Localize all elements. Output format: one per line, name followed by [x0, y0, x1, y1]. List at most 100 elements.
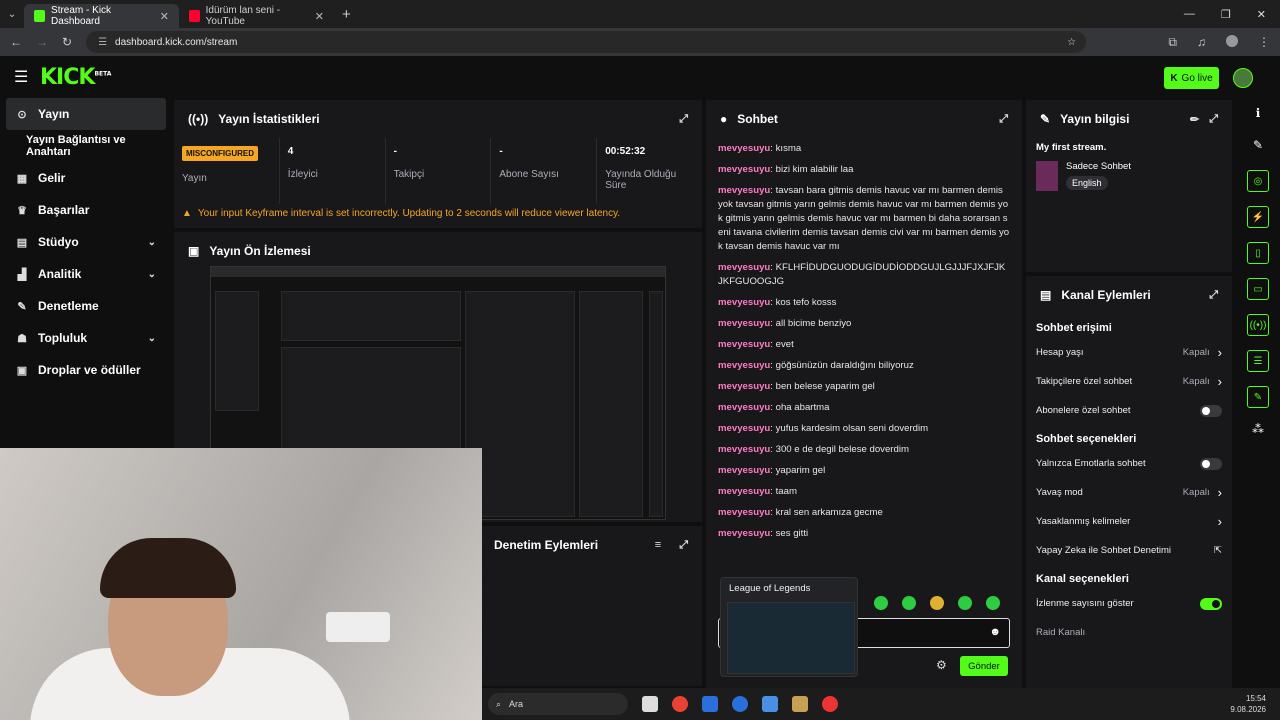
- emote-icon[interactable]: [986, 596, 1000, 610]
- chevron-right-icon[interactable]: ›: [1218, 514, 1222, 529]
- external-link-icon[interactable]: ⇱: [1214, 545, 1222, 556]
- back-icon[interactable]: ←: [10, 35, 22, 49]
- tab-kick-dashboard[interactable]: Stream - Kick Dashboard ✕: [24, 4, 179, 28]
- edit-icon[interactable]: ✏: [1190, 113, 1199, 126]
- tab-search-icon[interactable]: ⌄: [0, 9, 24, 20]
- channel-action-row[interactable]: Abonelere özel sohbet: [1026, 396, 1232, 425]
- sidebar-item-analitik[interactable]: ▟ Analitik ⌄: [0, 258, 172, 290]
- emote-icon[interactable]: [958, 596, 972, 610]
- chat-bubble-icon[interactable]: ▭: [1247, 278, 1269, 300]
- chat-settings-gear-icon[interactable]: ⚙: [936, 658, 947, 672]
- filter-icon[interactable]: ≡: [655, 539, 661, 551]
- info-icon[interactable]: ℹ: [1247, 106, 1269, 120]
- channel-action-row[interactable]: İzlenme sayısını göster: [1026, 589, 1232, 618]
- chat-username[interactable]: mevyesuyu: [718, 262, 770, 273]
- sidebar-item-denetleme[interactable]: ✎ Denetleme: [0, 290, 172, 322]
- chat-username[interactable]: mevyesuyu: [718, 486, 770, 497]
- chevron-right-icon[interactable]: ›: [1218, 485, 1222, 500]
- system-clock[interactable]: 15:54 9.08.2026: [1230, 693, 1274, 715]
- chevron-right-icon[interactable]: ›: [1218, 345, 1222, 360]
- minimize-icon[interactable]: —: [1184, 8, 1195, 21]
- profile-icon[interactable]: [1226, 34, 1238, 47]
- trash-icon[interactable]: ▯: [1247, 242, 1269, 264]
- settings-dots-icon[interactable]: ⁂: [1247, 422, 1269, 436]
- channel-action-row[interactable]: Yasaklanmış kelimeler ›: [1026, 507, 1232, 536]
- sidebar-item-topluluk[interactable]: ☗ Topluluk ⌄: [0, 322, 172, 354]
- popout-icon[interactable]: ⤢: [679, 539, 688, 552]
- close-tab-icon[interactable]: ✕: [315, 10, 324, 23]
- league-of-legends-icon[interactable]: [792, 696, 808, 712]
- chevron-right-icon[interactable]: ›: [1218, 374, 1222, 389]
- chat-username[interactable]: mevyesuyu: [718, 185, 770, 196]
- riot-client-icon[interactable]: [822, 696, 838, 712]
- channel-action-row[interactable]: Yapay Zeka ile Sohbet Denetimi ⇱: [1026, 536, 1232, 565]
- chat-username[interactable]: mevyesuyu: [718, 444, 770, 455]
- go-live-button[interactable]: K Go live: [1164, 67, 1219, 89]
- forward-icon[interactable]: →: [36, 35, 48, 49]
- close-window-icon[interactable]: ✕: [1257, 8, 1266, 21]
- chat-username[interactable]: mevyesuyu: [718, 164, 770, 175]
- game-launcher-icon[interactable]: [762, 696, 778, 712]
- hamburger-menu-icon[interactable]: ☰: [14, 67, 40, 87]
- chat-username[interactable]: mevyesuyu: [718, 318, 770, 329]
- new-tab-icon[interactable]: +: [342, 6, 351, 23]
- chat-username[interactable]: mevyesuyu: [718, 528, 770, 539]
- menu-icon[interactable]: ⋮: [1258, 35, 1270, 50]
- sidebar-item-studyo[interactable]: ▤ Stüdyo ⌄: [0, 226, 172, 258]
- chat-username[interactable]: mevyesuyu: [718, 507, 770, 518]
- url-field[interactable]: ☰ dashboard.kick.com/stream ☆: [86, 31, 1087, 53]
- media-icon[interactable]: ♫: [1197, 35, 1206, 50]
- lightning-icon[interactable]: ⚡: [1247, 206, 1269, 228]
- bookmark-star-icon[interactable]: ☆: [1067, 37, 1076, 48]
- chat-username[interactable]: mevyesuyu: [718, 297, 770, 308]
- broadcast-icon[interactable]: ((•)): [1247, 314, 1269, 336]
- chat-username[interactable]: mevyesuyu: [718, 402, 770, 413]
- chrome-icon[interactable]: [672, 696, 688, 712]
- channel-action-row[interactable]: Raid Kanalı: [1026, 618, 1232, 647]
- chrome-icon[interactable]: [732, 696, 748, 712]
- channel-action-row[interactable]: Hesap yaşı Kapalı ›: [1026, 338, 1232, 367]
- sidebar-item-droplar[interactable]: ▣ Droplar ve ödüller: [0, 354, 172, 386]
- popout-icon[interactable]: ⤢: [1209, 113, 1218, 126]
- clip-icon[interactable]: ◎: [1247, 170, 1269, 192]
- popout-icon[interactable]: ⤢: [679, 113, 688, 126]
- chat-username[interactable]: mevyesuyu: [718, 360, 770, 371]
- popout-icon[interactable]: ⤢: [999, 113, 1008, 126]
- wrench-icon[interactable]: ✎: [1247, 386, 1269, 408]
- send-button[interactable]: Gönder: [960, 656, 1008, 676]
- close-tab-icon[interactable]: ✕: [160, 10, 169, 23]
- sidebar-item-gelir[interactable]: ▦ Gelir: [0, 162, 172, 194]
- toggle-switch[interactable]: [1200, 457, 1222, 470]
- toggle-switch[interactable]: [1200, 404, 1222, 417]
- sidebar-item-yayin[interactable]: ⊙ Yayın: [6, 98, 166, 130]
- task-view-icon[interactable]: [642, 696, 658, 712]
- reload-icon[interactable]: ↻: [62, 35, 72, 49]
- taskbar-search[interactable]: ⌕ Ara: [488, 693, 628, 715]
- maximize-icon[interactable]: ❐: [1221, 8, 1231, 21]
- layout-icon[interactable]: ☰: [1247, 350, 1269, 372]
- extensions-icon[interactable]: ⧉: [1168, 35, 1177, 50]
- chat-username[interactable]: mevyesuyu: [718, 465, 770, 476]
- sidebar-item-basarilar[interactable]: ♛ Başarılar: [0, 194, 172, 226]
- chat-username[interactable]: mevyesuyu: [718, 339, 770, 350]
- popout-icon[interactable]: ⤢: [1209, 289, 1218, 302]
- sidebar-item-stream-key[interactable]: Yayın Bağlantısı ve Anahtarı: [0, 130, 172, 162]
- site-info-icon[interactable]: ☰: [98, 37, 107, 48]
- user-avatar[interactable]: [1233, 68, 1253, 88]
- toggle-switch[interactable]: [1200, 597, 1222, 610]
- channel-action-row[interactable]: Yalnızca Emotlarla sohbet: [1026, 449, 1232, 478]
- emoji-icon[interactable]: ☻: [989, 626, 1001, 638]
- league-of-legends-preview-popup[interactable]: League of Legends: [720, 577, 858, 677]
- emote-icon[interactable]: [930, 596, 944, 610]
- emote-icon[interactable]: [874, 596, 888, 610]
- channel-action-row[interactable]: Yavaş mod Kapalı ›: [1026, 478, 1232, 507]
- chat-username[interactable]: mevyesuyu: [718, 381, 770, 392]
- channel-action-row[interactable]: Takipçilere özel sohbet Kapalı ›: [1026, 367, 1232, 396]
- emote-icon[interactable]: [902, 596, 916, 610]
- chat-username[interactable]: mevyesuyu: [718, 423, 770, 434]
- kick-logo[interactable]: KICKBETA: [40, 65, 111, 90]
- app-icon[interactable]: [702, 696, 718, 712]
- tab-youtube[interactable]: Idürüm lan seni - YouTube ✕: [179, 4, 334, 28]
- pen-icon[interactable]: ✎: [1247, 138, 1269, 152]
- chat-username[interactable]: mevyesuyu: [718, 143, 770, 154]
